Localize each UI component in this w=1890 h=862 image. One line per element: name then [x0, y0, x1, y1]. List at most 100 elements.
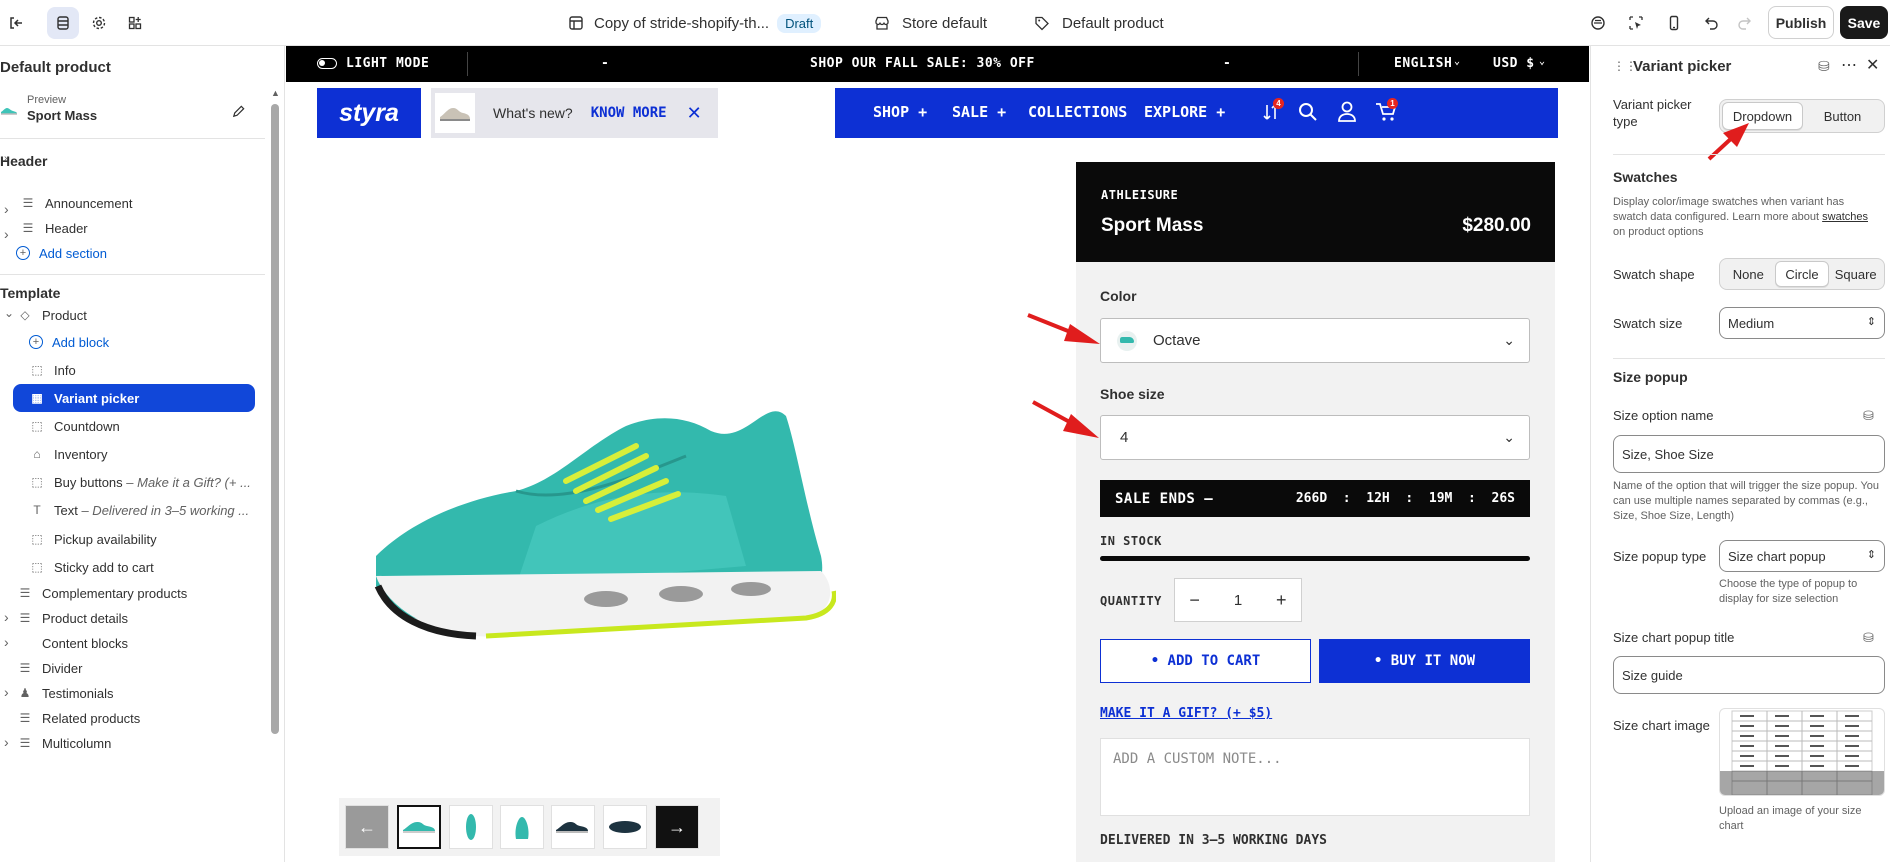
database-icon[interactable]: ⛁: [1863, 630, 1874, 646]
inspector-icon[interactable]: [1582, 7, 1614, 39]
swatch-none-option[interactable]: None: [1722, 261, 1775, 287]
size-popup-type-select[interactable]: Size chart popup ⇕: [1719, 540, 1885, 572]
apps-icon[interactable]: [119, 7, 151, 39]
plus-circle-icon: +: [29, 335, 43, 349]
button-option[interactable]: Button: [1803, 102, 1882, 130]
more-options-icon[interactable]: ⋯: [1841, 55, 1857, 75]
section-product[interactable]: ◇ Product: [17, 301, 272, 329]
close-icon[interactable]: ✕: [687, 103, 702, 124]
database-icon[interactable]: ⛁: [1818, 58, 1830, 75]
cart-icon[interactable]: 1: [1375, 98, 1398, 126]
chevron-right-icon[interactable]: ›: [4, 684, 9, 700]
block-text[interactable]: T Text – Delivered in 3–5 working ...: [29, 496, 284, 524]
custom-note-textarea[interactable]: ADD A CUSTOM NOTE...: [1100, 738, 1530, 816]
section-content-blocks[interactable]: Content blocks: [17, 629, 272, 657]
thumbnail-4[interactable]: [551, 805, 595, 849]
size-chart-image-picker[interactable]: [1719, 708, 1885, 796]
add-section-button[interactable]: + Add section: [16, 239, 271, 267]
swatch-square-option[interactable]: Square: [1829, 261, 1882, 287]
template-selector[interactable]: Default product: [1034, 0, 1164, 46]
account-icon[interactable]: [1337, 101, 1357, 127]
block-pickup-availability[interactable]: ⬚ Pickup availability: [29, 525, 284, 553]
shoe-size-label: Shoe size: [1100, 386, 1165, 402]
thumbnail-1[interactable]: [397, 805, 441, 849]
block-buy-buttons[interactable]: ⬚ Buy buttons – Make it a Gift? (+ ...: [29, 468, 284, 496]
nav-explore[interactable]: EXPLORE +: [1144, 103, 1225, 121]
chevron-right-icon[interactable]: ›: [4, 734, 9, 750]
select-element-icon[interactable]: [1620, 7, 1652, 39]
edit-pencil-icon[interactable]: [231, 104, 246, 119]
settings-gear-icon[interactable]: [83, 7, 115, 39]
light-mode-toggle[interactable]: [317, 58, 337, 69]
chevron-right-icon[interactable]: ›: [4, 201, 9, 217]
thumbnail-5[interactable]: [603, 805, 647, 849]
section-header[interactable]: ☰ Header: [20, 214, 275, 242]
nav-shop[interactable]: SHOP +: [873, 103, 927, 121]
gift-link[interactable]: MAKE IT A GIFT? (+ $5): [1100, 706, 1272, 721]
store-selector[interactable]: Store default: [874, 0, 987, 46]
section-multicolumn[interactable]: ☰ Multicolumn: [17, 729, 272, 757]
section-testimonials[interactable]: ♟ Testimonials: [17, 679, 272, 707]
swatches-link[interactable]: swatches: [1822, 211, 1868, 223]
currency-selector[interactable]: USD $: [1493, 56, 1535, 71]
sections-icon[interactable]: [47, 7, 79, 39]
know-more-link[interactable]: KNOW MORE: [591, 105, 667, 121]
color-dropdown[interactable]: Octave ⌄: [1100, 318, 1530, 363]
sidebar-scrollbar[interactable]: [271, 104, 279, 734]
quantity-value[interactable]: 1: [1214, 592, 1261, 609]
size-option-name-input[interactable]: Size, Shoe Size: [1613, 435, 1885, 473]
stock-bar-fill: [1100, 556, 1530, 561]
template-group-title: Template: [0, 285, 61, 301]
previous-image-button[interactable]: ←: [345, 805, 389, 849]
preview-selector[interactable]: Preview Sport Mass: [0, 92, 260, 132]
chevron-right-icon[interactable]: ›: [4, 634, 9, 650]
store-logo[interactable]: styra: [317, 88, 421, 138]
block-inventory[interactable]: ⌂ Inventory: [29, 440, 284, 468]
minus-icon[interactable]: −: [1175, 590, 1214, 611]
swatches-title: Swatches: [1613, 169, 1678, 185]
chevron-down-icon[interactable]: ⌄: [4, 306, 14, 320]
size-chart-popup-title-input[interactable]: Size guide: [1613, 656, 1885, 694]
nav-sale[interactable]: SALE +: [952, 103, 1006, 121]
mobile-preview-icon[interactable]: [1658, 7, 1690, 39]
add-block-button[interactable]: + Add block: [29, 328, 284, 356]
chevron-right-icon[interactable]: ›: [4, 609, 9, 625]
shoe-size-dropdown[interactable]: 4 ⌄: [1100, 415, 1530, 460]
block-countdown[interactable]: ⬚ Countdown: [29, 412, 284, 440]
testimonials-icon: ♟: [19, 686, 31, 700]
nav-collections[interactable]: COLLECTIONS: [1028, 103, 1127, 121]
block-variant-picker[interactable]: ▦ Variant picker: [13, 384, 255, 412]
section-announcement[interactable]: ☰ Announcement: [20, 189, 275, 217]
thumbnail-3[interactable]: [500, 805, 544, 849]
section-divider[interactable]: ☰ Divider: [17, 654, 272, 682]
chevron-right-icon[interactable]: ›: [4, 153, 7, 164]
search-icon[interactable]: [1298, 102, 1318, 126]
language-selector[interactable]: ENGLISH: [1394, 56, 1452, 71]
save-button[interactable]: Save: [1840, 6, 1888, 39]
buy-it-now-button[interactable]: • BUY IT NOW: [1319, 639, 1530, 683]
close-icon[interactable]: ✕: [1866, 55, 1879, 75]
section-product-details[interactable]: ☰ Product details: [17, 604, 272, 632]
section-complementary-products[interactable]: ☰ Complementary products: [17, 579, 272, 607]
block-sticky-add-to-cart[interactable]: ⬚ Sticky add to cart: [29, 553, 284, 581]
swatch-size-select[interactable]: Medium ⇕: [1719, 307, 1885, 339]
chevron-right-icon[interactable]: ›: [4, 226, 9, 242]
add-to-cart-button[interactable]: • ADD TO CART: [1100, 639, 1311, 683]
scroll-up-icon[interactable]: ▲: [271, 88, 280, 98]
whats-new-text: What's new?: [493, 105, 573, 121]
next-image-button[interactable]: →: [655, 805, 699, 849]
theme-selector[interactable]: Copy of stride-shopify-th... Draft: [568, 0, 822, 46]
exit-icon[interactable]: [0, 7, 32, 39]
section-related-products[interactable]: ☰ Related products: [17, 704, 272, 732]
swatch-circle-option[interactable]: Circle: [1774, 261, 1830, 287]
quantity-stepper[interactable]: − 1 +: [1174, 578, 1302, 622]
database-icon[interactable]: ⛁: [1863, 408, 1874, 424]
publish-button[interactable]: Publish: [1768, 6, 1834, 39]
redo-icon[interactable]: [1728, 7, 1760, 39]
undo-icon[interactable]: [1696, 7, 1728, 39]
product-main-image[interactable]: [366, 386, 837, 646]
compare-icon[interactable]: 4: [1263, 98, 1284, 126]
thumbnail-2[interactable]: [449, 805, 493, 849]
plus-icon[interactable]: +: [1262, 590, 1301, 611]
block-info[interactable]: ⬚ Info: [29, 356, 284, 384]
